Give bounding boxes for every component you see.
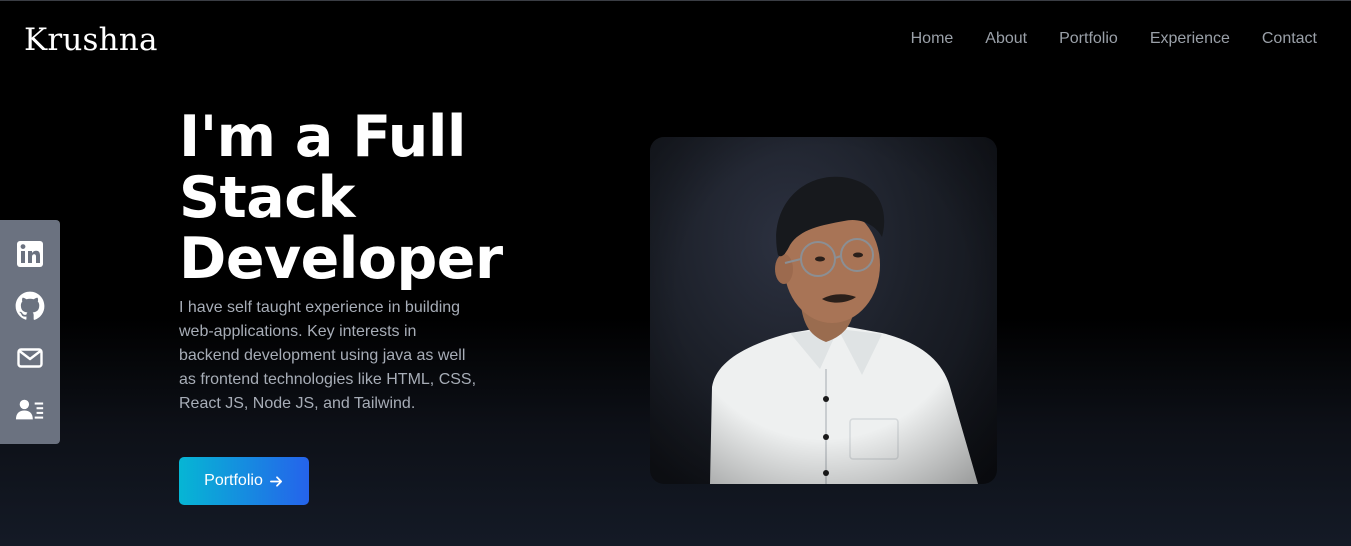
hero-description: I have self taught experience in buildin…: [179, 299, 477, 412]
hero-title-line: Developer: [179, 226, 503, 292]
hero-title: I'm a Full Stack Developer: [179, 107, 519, 290]
linkedin-icon[interactable]: [15, 239, 45, 269]
main-nav: Home About Portfolio Experience Contact: [911, 30, 1317, 48]
nav-home[interactable]: Home: [911, 30, 954, 48]
social-sidebar: [0, 220, 60, 444]
portfolio-button[interactable]: Portfolio: [179, 457, 309, 505]
hero-title-line: I'm a Full: [179, 104, 466, 170]
nav-experience[interactable]: Experience: [1150, 30, 1230, 48]
resume-icon[interactable]: [15, 395, 45, 425]
nav-about[interactable]: About: [985, 30, 1027, 48]
portfolio-button-label: Portfolio: [204, 472, 263, 489]
arrow-right-icon: [269, 475, 282, 487]
mail-icon[interactable]: [15, 343, 45, 373]
nav-contact[interactable]: Contact: [1262, 30, 1317, 48]
hero-title-line: Stack: [179, 165, 355, 231]
github-icon[interactable]: [15, 291, 45, 321]
top-border: [0, 0, 1351, 1]
nav-portfolio[interactable]: Portfolio: [1059, 30, 1118, 48]
site-logo[interactable]: Krushna: [24, 22, 158, 58]
profile-photo: [650, 137, 997, 484]
